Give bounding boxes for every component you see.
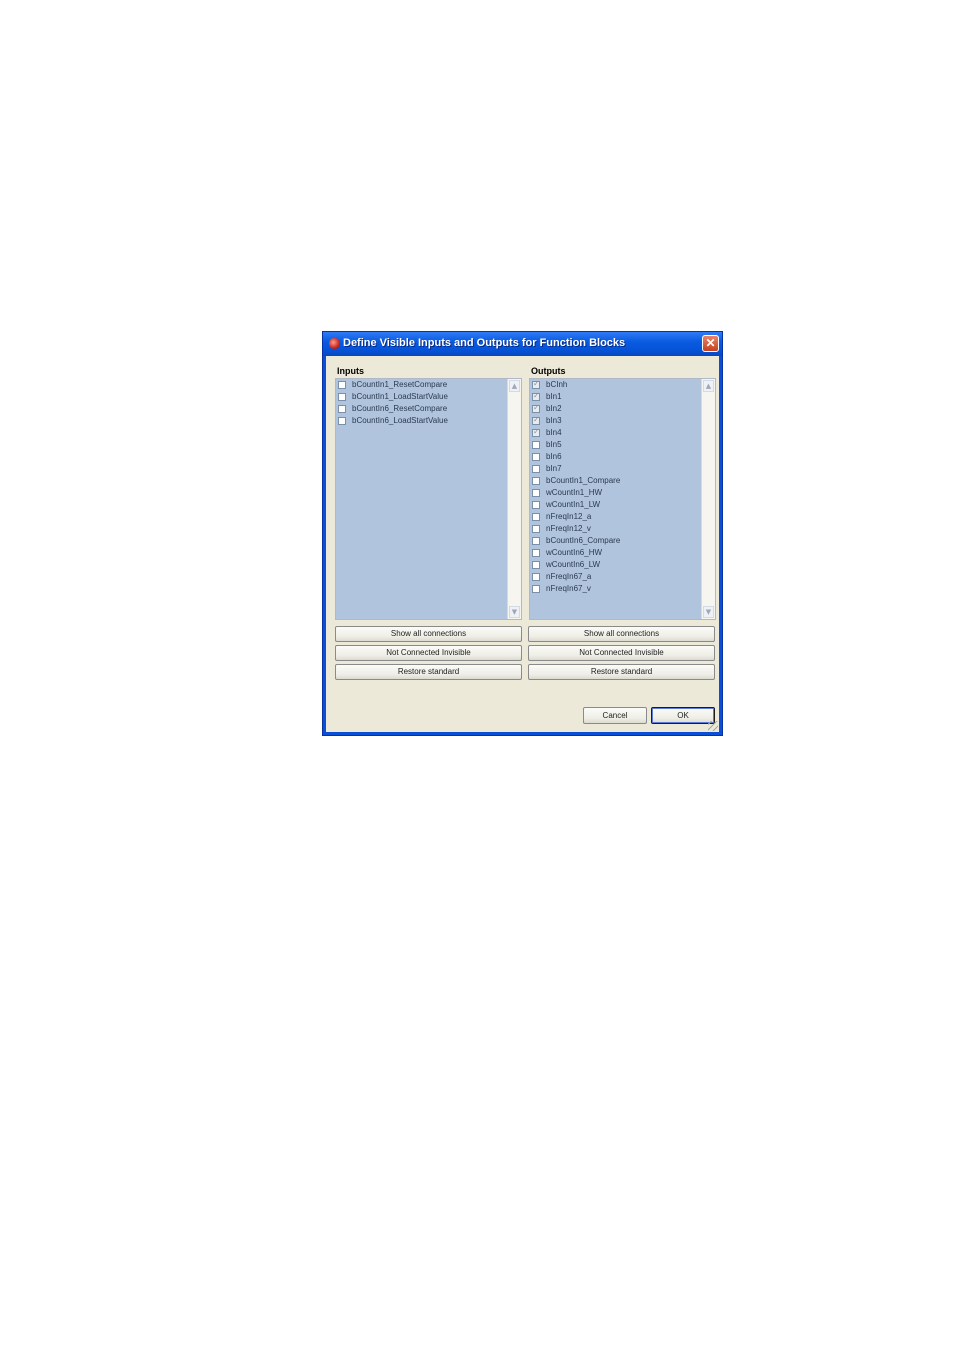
item-label: bIn4	[546, 428, 562, 437]
item-checkbox[interactable]	[532, 391, 540, 401]
close-button[interactable]: ✕	[702, 335, 719, 352]
dialog-title: Define Visible Inputs and Outputs for Fu…	[343, 337, 626, 349]
item-label: bCountIn6_ResetCompare	[352, 404, 448, 413]
item-label: wCountIn1_HW	[546, 488, 603, 497]
item-label: bCountIn1_LoadStartValue	[352, 392, 448, 401]
outputs-scrollbar[interactable]: ▲ ▼	[701, 379, 715, 619]
list-item[interactable]: bCountIn6_LoadStartValue	[336, 415, 507, 427]
item-label: wCountIn6_HW	[546, 548, 603, 557]
list-item[interactable]: bCInh	[530, 379, 701, 391]
list-item[interactable]: wCountIn6_LW	[530, 559, 701, 571]
list-item[interactable]: wCountIn1_HW	[530, 487, 701, 499]
list-item[interactable]: wCountIn1_LW	[530, 499, 701, 511]
item-checkbox[interactable]	[532, 477, 540, 485]
item-checkbox[interactable]	[532, 415, 540, 425]
list-item[interactable]: nFreqIn12_v	[530, 523, 701, 535]
item-checkbox[interactable]	[338, 393, 346, 401]
item-label: nFreqIn67_v	[546, 584, 591, 593]
list-item[interactable]: nFreqIn67_v	[530, 583, 701, 595]
chevron-down-icon[interactable]: ▼	[703, 606, 714, 618]
list-item[interactable]: bIn1	[530, 391, 701, 403]
inputs-show-all-button[interactable]: Show all connections	[335, 626, 522, 642]
item-checkbox[interactable]	[532, 549, 540, 557]
item-label: bCountIn1_ResetCompare	[352, 380, 448, 389]
chevron-down-icon[interactable]: ▼	[509, 606, 520, 618]
inputs-restore-standard-button[interactable]: Restore standard	[335, 664, 522, 680]
item-label: bIn6	[546, 452, 562, 461]
list-item[interactable]: bCountIn1_LoadStartValue	[336, 391, 507, 403]
item-label: bIn7	[546, 464, 562, 473]
list-item[interactable]: bCountIn6_ResetCompare	[336, 403, 507, 415]
list-item[interactable]: bIn5	[530, 439, 701, 451]
item-label: bCountIn6_LoadStartValue	[352, 416, 448, 425]
item-checkbox[interactable]	[532, 489, 540, 497]
list-item[interactable]: nFreqIn12_a	[530, 511, 701, 523]
item-label: bCountIn6_Compare	[546, 536, 621, 545]
outputs-list[interactable]: bCInh bIn1 bIn2 bIn3 bIn4 bIn5 bIn6 bIn7 bCountI…	[529, 378, 716, 620]
item-label: nFreqIn12_v	[546, 524, 591, 533]
item-label: bIn5	[546, 440, 562, 449]
list-item[interactable]: bIn4	[530, 427, 701, 439]
item-checkbox[interactable]	[532, 501, 540, 509]
item-checkbox[interactable]	[532, 441, 540, 449]
list-item[interactable]: bIn7	[530, 463, 701, 475]
outputs-show-all-button[interactable]: Show all connections	[528, 626, 715, 642]
item-checkbox[interactable]	[338, 405, 346, 413]
list-item[interactable]: nFreqIn67_a	[530, 571, 701, 583]
close-icon: ✕	[705, 336, 716, 350]
cancel-button[interactable]: Cancel	[583, 707, 647, 724]
item-label: wCountIn6_LW	[546, 560, 601, 569]
define-visible-io-dialog: Define Visible Inputs and Outputs for Fu…	[322, 331, 723, 736]
list-item[interactable]: bIn3	[530, 415, 701, 427]
inputs-not-connected-invisible-button[interactable]: Not Connected Invisible	[335, 645, 522, 661]
outputs-restore-standard-button[interactable]: Restore standard	[528, 664, 715, 680]
outputs-label: Outputs	[531, 366, 566, 376]
item-label: bIn1	[546, 392, 562, 401]
item-checkbox[interactable]	[338, 417, 346, 425]
outputs-not-connected-invisible-button[interactable]: Not Connected Invisible	[528, 645, 715, 661]
list-item[interactable]: bCountIn1_Compare	[530, 475, 701, 487]
item-label: wCountIn1_LW	[546, 500, 601, 509]
title-bar[interactable]: Define Visible Inputs and Outputs for Fu…	[323, 332, 722, 356]
chevron-up-icon[interactable]: ▲	[703, 380, 714, 392]
item-checkbox[interactable]	[532, 585, 540, 593]
item-checkbox[interactable]	[532, 573, 540, 581]
ok-button[interactable]: OK	[651, 707, 715, 724]
resize-grip-icon[interactable]	[708, 721, 718, 731]
item-checkbox[interactable]	[532, 465, 540, 473]
item-checkbox[interactable]	[532, 427, 540, 437]
item-checkbox[interactable]	[532, 561, 540, 569]
item-checkbox[interactable]	[532, 403, 540, 413]
chevron-up-icon[interactable]: ▲	[509, 380, 520, 392]
item-label: bIn2	[546, 404, 562, 413]
item-checkbox[interactable]	[532, 513, 540, 521]
dialog-body: Inputs bCountIn1_ResetCompare bCountIn1_L…	[326, 356, 719, 732]
inputs-scrollbar[interactable]: ▲ ▼	[507, 379, 521, 619]
item-checkbox[interactable]	[338, 381, 346, 389]
item-checkbox[interactable]	[532, 537, 540, 545]
item-checkbox[interactable]	[532, 525, 540, 533]
item-label: bCInh	[546, 380, 568, 389]
list-item[interactable]: bIn6	[530, 451, 701, 463]
item-label: bIn3	[546, 416, 562, 425]
item-label: nFreqIn67_a	[546, 572, 592, 581]
item-checkbox[interactable]	[532, 379, 540, 389]
inputs-list[interactable]: bCountIn1_ResetCompare bCountIn1_LoadStar…	[335, 378, 522, 620]
list-item[interactable]: bIn2	[530, 403, 701, 415]
outputs-list-items: bCInh bIn1 bIn2 bIn3 bIn4 bIn5 bIn6 bIn7 bCountI…	[530, 379, 701, 619]
item-label: nFreqIn12_a	[546, 512, 592, 521]
list-item[interactable]: bCountIn1_ResetCompare	[336, 379, 507, 391]
app-icon	[329, 338, 340, 349]
inputs-list-items: bCountIn1_ResetCompare bCountIn1_LoadStar…	[336, 379, 507, 619]
item-checkbox[interactable]	[532, 453, 540, 461]
list-item[interactable]: bCountIn6_Compare	[530, 535, 701, 547]
item-label: bCountIn1_Compare	[546, 476, 621, 485]
inputs-label: Inputs	[337, 366, 364, 376]
list-item[interactable]: wCountIn6_HW	[530, 547, 701, 559]
